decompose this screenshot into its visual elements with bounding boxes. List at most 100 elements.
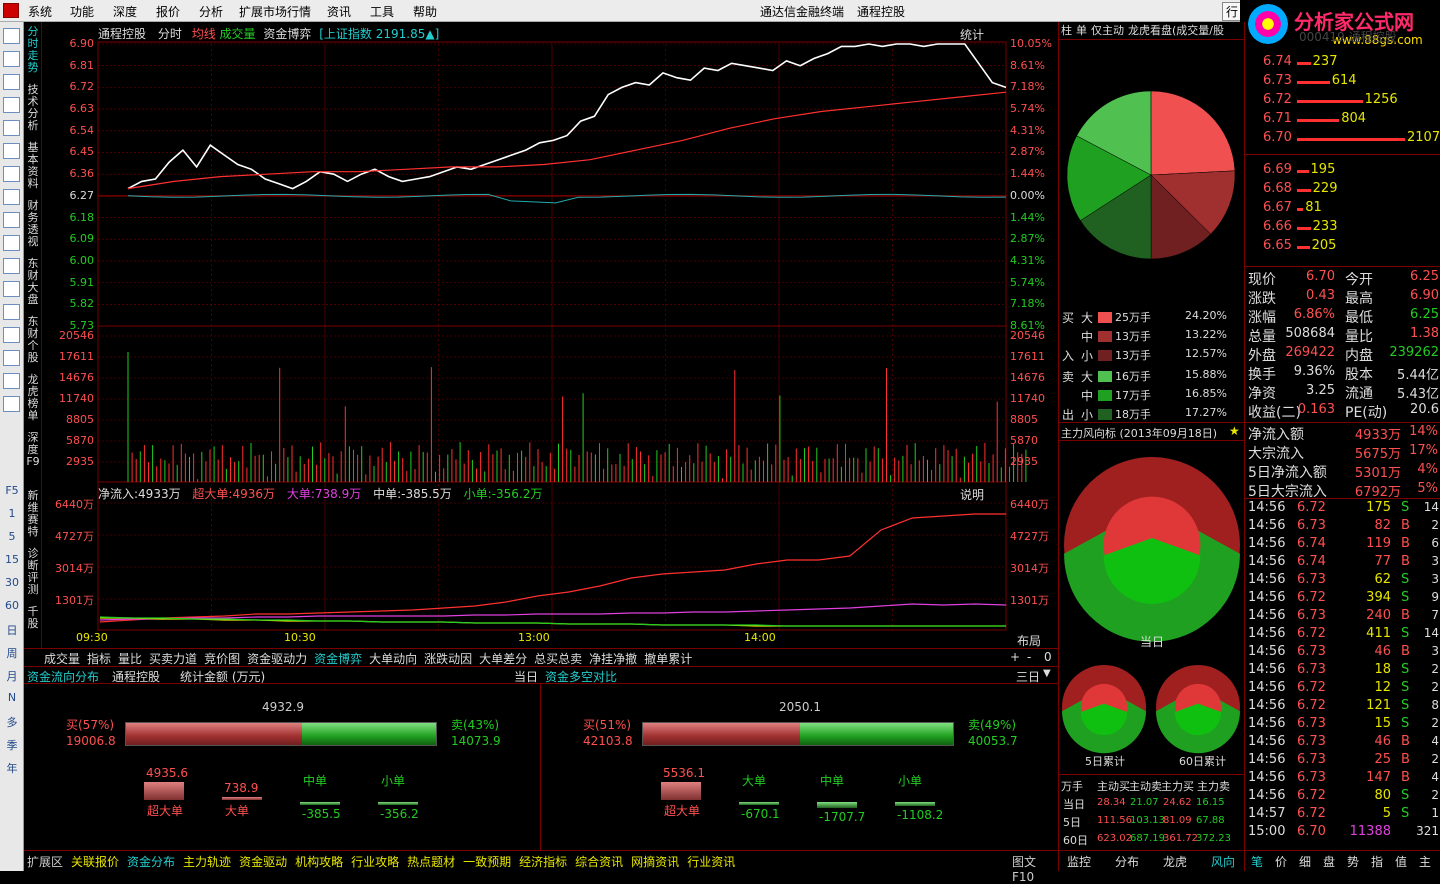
lower-tab-7[interactable]: 大单动向 — [369, 652, 417, 666]
menu-depth[interactable]: 深度 — [113, 3, 137, 20]
menu-ext-market[interactable]: 扩展市场行情 — [239, 3, 311, 20]
vtab-7[interactable]: 深度F9 — [25, 432, 41, 468]
flow-note-button[interactable]: 说明 — [960, 486, 984, 503]
bottom-tab-12[interactable]: 行业资讯 — [687, 855, 735, 869]
vtab-5[interactable]: 东财个股 — [25, 316, 41, 364]
bottom-tab-2[interactable]: 资金分布 — [127, 855, 175, 869]
percent-icon[interactable] — [3, 373, 20, 389]
layout-button[interactable]: 布局 — [1017, 632, 1041, 649]
zoom-out-button[interactable]: - — [1027, 650, 1031, 664]
period-8[interactable]: 月 — [2, 668, 22, 684]
bottom-tab-9[interactable]: 经济指标 — [519, 855, 567, 869]
period-3[interactable]: 15 — [2, 553, 22, 566]
trend-icon[interactable] — [3, 143, 20, 159]
lower-tab-10[interactable]: 总买总卖 — [534, 652, 582, 666]
table-icon[interactable] — [3, 120, 20, 136]
zoom-in-button[interactable]: + — [1010, 650, 1020, 664]
panel-range-selector[interactable]: 三日 — [1016, 668, 1040, 685]
mid-tab-0[interactable]: 柱 — [1061, 24, 1072, 37]
bottom-tab-11[interactable]: 网摘资讯 — [631, 855, 679, 869]
candle-icon[interactable] — [3, 166, 20, 182]
mid-foot-tab-2[interactable]: 龙虎 — [1163, 853, 1187, 870]
mid-foot-tab-0[interactable]: 监控 — [1067, 853, 1091, 870]
vtab-6[interactable]: 龙虎榜单 — [25, 374, 41, 422]
vtab-10[interactable]: 千股 — [25, 606, 41, 630]
lower-tab-5[interactable]: 资金驱动力 — [247, 652, 307, 666]
vtab-0[interactable]: 分时走势 — [25, 26, 41, 74]
menu-tools[interactable]: 工具 — [370, 3, 394, 20]
menu-function[interactable]: 功能 — [70, 3, 94, 20]
mid-tab-2[interactable]: 仅主动 — [1091, 24, 1124, 37]
arrow-up-icon[interactable] — [3, 51, 20, 67]
lower-tab-8[interactable]: 涨跌动因 — [424, 652, 472, 666]
bottom-tab-10[interactable]: 综合资讯 — [575, 855, 623, 869]
mid-foot-tab-1[interactable]: 分布 — [1115, 853, 1139, 870]
star-icon[interactable]: ★ — [1229, 424, 1240, 438]
chart3-icon[interactable] — [3, 350, 20, 366]
right-foot-tab-3[interactable]: 盘 — [1323, 853, 1335, 870]
menu-help[interactable]: 帮助 — [413, 3, 437, 20]
grid-icon[interactable] — [3, 28, 20, 44]
vtab-1[interactable]: 技术分析 — [25, 84, 41, 132]
calendar-icon[interactable] — [3, 235, 20, 251]
period-5[interactable]: 60 — [2, 599, 22, 612]
lower-tab-11[interactable]: 净挂净撤 — [589, 652, 637, 666]
menu-system[interactable]: 系统 — [28, 3, 52, 20]
zoom-reset-button[interactable]: 0 — [1044, 650, 1052, 664]
period-10[interactable]: 多 — [2, 714, 22, 730]
bottom-tab-7[interactable]: 热点题材 — [407, 855, 455, 869]
bottom-tab-6[interactable]: 行业攻略 — [351, 855, 399, 869]
right-foot-tab-6[interactable]: 值 — [1395, 853, 1407, 870]
bars-icon[interactable] — [3, 189, 20, 205]
mid-tab-3[interactable]: 龙虎看盘(成交量/股 — [1128, 24, 1224, 37]
pen-icon[interactable] — [3, 396, 20, 412]
bottom-tab-5[interactable]: 机构攻略 — [295, 855, 343, 869]
bottom-tab-4[interactable]: 资金驱动 — [239, 855, 287, 869]
period-1[interactable]: 1 — [2, 507, 22, 520]
right-foot-tab-4[interactable]: 势 — [1347, 853, 1359, 870]
bottom-tab-1[interactable]: 关联报价 — [71, 855, 119, 869]
period-6[interactable]: 日 — [2, 622, 22, 638]
right-foot-tab-2[interactable]: 细 — [1299, 853, 1311, 870]
right-foot-tab-0[interactable]: 笔 — [1251, 853, 1263, 870]
lower-tab-6[interactable]: 资金博弈 — [314, 652, 362, 666]
period-4[interactable]: 30 — [2, 576, 22, 589]
bottom-tab-8[interactable]: 一致预期 — [463, 855, 511, 869]
vtab-8[interactable]: 新维赛特 — [25, 490, 41, 538]
lower-tab-0[interactable]: 成交量 — [44, 652, 80, 666]
bottom-tab-0[interactable]: 扩展区 — [27, 855, 63, 869]
arrow-down-icon[interactable] — [3, 74, 20, 90]
right-foot-tab-7[interactable]: 主 — [1419, 853, 1431, 870]
lower-tab-1[interactable]: 指标 — [87, 652, 111, 666]
period-0[interactable]: F5 — [2, 484, 22, 497]
lower-tab-9[interactable]: 大单差分 — [479, 652, 527, 666]
vtab-3[interactable]: 财务透视 — [25, 200, 41, 248]
lower-tab-2[interactable]: 量比 — [118, 652, 142, 666]
f10-button[interactable]: 图文F10 — [1012, 853, 1050, 884]
chevron-down-icon[interactable]: ▼ — [1043, 668, 1051, 679]
menu-quote[interactable]: 报价 — [156, 3, 180, 20]
right-foot-tab-1[interactable]: 价 — [1275, 853, 1287, 870]
lower-tab-4[interactable]: 竞价图 — [204, 652, 240, 666]
lower-tab-12[interactable]: 撤单累计 — [644, 652, 692, 666]
mid-tab-1[interactable]: 单 — [1076, 24, 1087, 37]
mid-foot-tab-3[interactable]: 风向 — [1211, 853, 1235, 870]
menu-news[interactable]: 资讯 — [327, 3, 351, 20]
vtab-4[interactable]: 东财大盘 — [25, 258, 41, 306]
chart2-icon[interactable] — [3, 327, 20, 343]
chart-icon[interactable] — [3, 304, 20, 320]
period-11[interactable]: 季 — [2, 737, 22, 753]
vtab-9[interactable]: 诊断评测 — [25, 548, 41, 596]
vtab-2[interactable]: 基本资料 — [25, 142, 41, 190]
lower-tab-3[interactable]: 买卖力道 — [149, 652, 197, 666]
bottom-tab-3[interactable]: 主力轨迹 — [183, 855, 231, 869]
period-9[interactable]: N — [2, 691, 22, 704]
period-7[interactable]: 周 — [2, 645, 22, 661]
period-12[interactable]: 年 — [2, 760, 22, 776]
list-icon[interactable] — [3, 97, 20, 113]
help-icon[interactable] — [3, 281, 20, 297]
f10-icon[interactable] — [3, 212, 20, 228]
menu-analysis[interactable]: 分析 — [199, 3, 223, 20]
panel-day-selector[interactable]: 当日 — [514, 668, 538, 685]
right-foot-tab-5[interactable]: 指 — [1371, 853, 1383, 870]
